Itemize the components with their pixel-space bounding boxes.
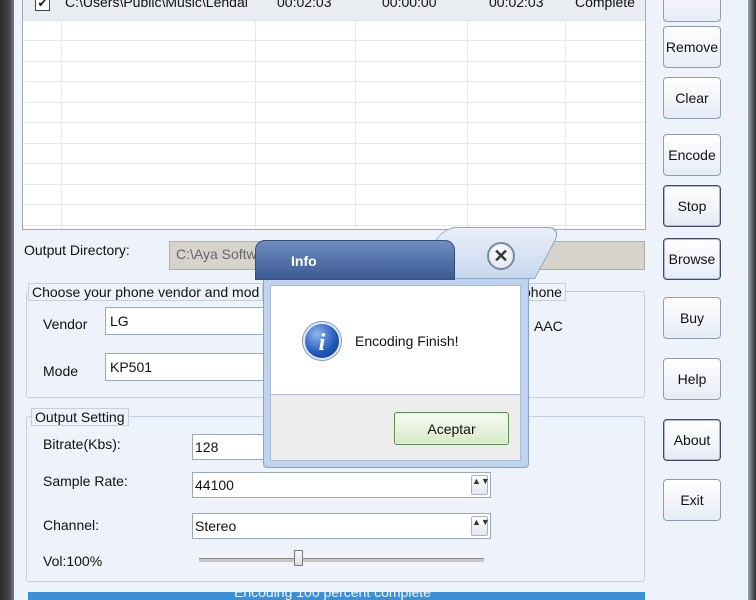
accept-button[interactable]: Aceptar — [394, 412, 509, 445]
bitrate-label: Bitrate(Kbs): — [43, 436, 121, 452]
file-duration: 00:02:03 — [277, 0, 332, 10]
buy-button[interactable]: Buy — [663, 297, 721, 339]
info-dialog: Info ✕ i Encoding Finish! Aceptar — [255, 227, 563, 470]
desktop-edge-right — [748, 0, 756, 600]
volume-slider-thumb[interactable] — [294, 550, 304, 566]
info-icon: i — [303, 322, 341, 360]
close-icon[interactable]: ✕ — [487, 242, 515, 270]
sample-rate-label: Sample Rate: — [43, 473, 128, 489]
spin-arrows-icon[interactable]: ▲▼ — [471, 516, 490, 536]
table-row — [23, 144, 645, 164]
add-button[interactable] — [663, 0, 721, 22]
table-row — [23, 21, 645, 41]
mode-select[interactable]: KP501 — [105, 353, 275, 381]
about-button[interactable]: About — [663, 419, 721, 461]
table-row — [23, 82, 645, 103]
channel-select[interactable]: Stereo ▲▼ — [192, 513, 491, 539]
row-checkbox[interactable]: ✔ — [35, 0, 50, 11]
encode-button[interactable]: Encode — [663, 134, 721, 176]
table-row — [23, 103, 645, 123]
volume-slider-track[interactable] — [199, 558, 484, 562]
table-row — [23, 62, 645, 82]
remove-button[interactable]: Remove — [663, 26, 721, 68]
exit-button[interactable]: Exit — [663, 479, 721, 521]
table-row — [23, 185, 645, 205]
table-row — [23, 41, 645, 62]
phone-group-legend: Choose your phone vendor and mod — [28, 283, 264, 301]
vendor-label: Vendor — [43, 316, 88, 332]
desktop-edge-left — [0, 0, 14, 600]
channel-label: Channel: — [43, 517, 100, 533]
dialog-message: Encoding Finish! — [355, 333, 459, 349]
stop-button[interactable]: Stop — [663, 185, 721, 227]
clear-button[interactable]: Clear — [663, 77, 721, 119]
volume-label: Vol:100% — [43, 553, 103, 569]
browse-button[interactable]: Browse — [663, 238, 721, 280]
file-end-time: 00:02:03 — [489, 0, 544, 10]
help-button[interactable]: Help — [663, 358, 721, 400]
progress-status-bar: Encoding 100 percent complete — [28, 592, 645, 600]
file-path: C:\Users\Public\Music\Lendal — [65, 0, 248, 10]
table-row — [23, 205, 645, 226]
table-row — [23, 164, 645, 185]
status-text: Encoding 100 percent complete — [234, 592, 431, 600]
sample-rate-value: 44100 — [195, 477, 234, 493]
file-list[interactable]: ✔ C:\Users\Public\Music\Lendal 00:02:03 … — [22, 0, 646, 230]
dialog-title: Info — [291, 253, 317, 269]
mode-label: Mode — [43, 363, 79, 379]
output-setting-legend: Output Setting — [31, 408, 129, 426]
channel-value: Stereo — [195, 518, 237, 534]
output-format-text: AAC — [534, 318, 563, 334]
spin-arrows-icon[interactable]: ▲▼ — [471, 475, 490, 495]
table-row — [23, 123, 645, 144]
file-start-time: 00:00:00 — [382, 0, 437, 10]
vendor-select[interactable]: LG — [105, 307, 275, 335]
output-directory-label: Output Directory: — [24, 242, 130, 258]
file-status: Complete — [575, 0, 635, 10]
sample-rate-select[interactable]: 44100 ▲▼ — [192, 472, 491, 498]
dialog-titlebar[interactable] — [255, 240, 455, 280]
table-row[interactable]: ✔ C:\Users\Public\Music\Lendal 00:02:03 … — [23, 0, 645, 21]
